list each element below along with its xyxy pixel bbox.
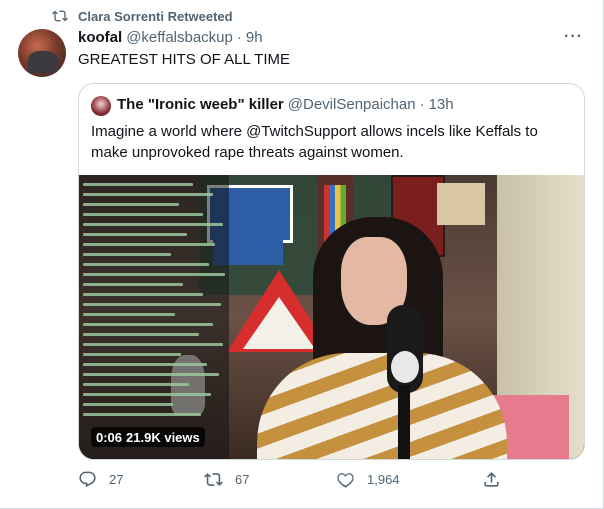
share-button[interactable] xyxy=(482,470,501,489)
quoted-author-name[interactable]: The "Ironic weeb" killer xyxy=(117,96,284,113)
retweet-count: 67 xyxy=(235,472,250,487)
author-name[interactable]: koofal xyxy=(78,29,122,46)
video-stats-badge: 0:06 21.9K views xyxy=(91,427,205,447)
tweet-actions: 27 67 1,964 xyxy=(78,470,501,494)
quoted-tweet-timestamp[interactable]: 13h xyxy=(429,96,454,113)
video-duration: 0:06 xyxy=(96,429,123,445)
tweet-header: koofal @keffalsbackup · 9h xyxy=(78,29,263,46)
retweet-icon xyxy=(52,10,68,22)
tweet-text: GREATEST HITS OF ALL TIME xyxy=(78,51,290,68)
quoted-tweet[interactable]: The "Ironic weeb" killer @DevilSenpaicha… xyxy=(78,83,585,460)
quoted-tweet-text: Imagine a world where @TwitchSupport all… xyxy=(91,123,538,161)
video-mic-stand xyxy=(398,385,410,459)
reply-count: 27 xyxy=(109,472,124,487)
author-handle[interactable]: @keffalsbackup xyxy=(126,29,233,46)
quoted-author-handle[interactable]: @DevilSenpaichan xyxy=(288,96,416,113)
like-button[interactable]: 1,964 xyxy=(336,470,400,489)
quoted-tweet-header: The "Ironic weeb" killer @DevilSenpaicha… xyxy=(117,96,454,113)
video-views: 21.9K views xyxy=(126,429,200,445)
heart-icon xyxy=(337,473,354,488)
video-microphone-label xyxy=(391,351,419,383)
video-road-sign-inner xyxy=(243,297,315,349)
retweet-banner[interactable]: Clara Sorrenti Retweeted xyxy=(52,8,233,24)
like-count: 1,964 xyxy=(367,472,400,487)
share-icon xyxy=(484,472,499,487)
separator-dot: · xyxy=(236,29,242,46)
more-options-icon[interactable]: ··· xyxy=(564,28,583,46)
quoted-author-avatar[interactable] xyxy=(91,96,111,116)
quoted-separator-dot: · xyxy=(419,96,425,113)
reply-icon xyxy=(79,471,96,488)
tweet-timestamp[interactable]: 9h xyxy=(246,29,263,46)
author-avatar[interactable] xyxy=(18,29,66,77)
retweet-icon xyxy=(204,473,223,486)
reply-button[interactable]: 27 xyxy=(78,470,123,489)
video-thumbnail[interactable]: 0:06 21.9K views xyxy=(79,175,584,459)
video-chat-overlay xyxy=(79,175,229,459)
retweet-banner-text: Clara Sorrenti Retweeted xyxy=(78,8,233,24)
video-poster-small xyxy=(437,183,485,225)
retweet-button[interactable]: 67 xyxy=(204,470,249,489)
